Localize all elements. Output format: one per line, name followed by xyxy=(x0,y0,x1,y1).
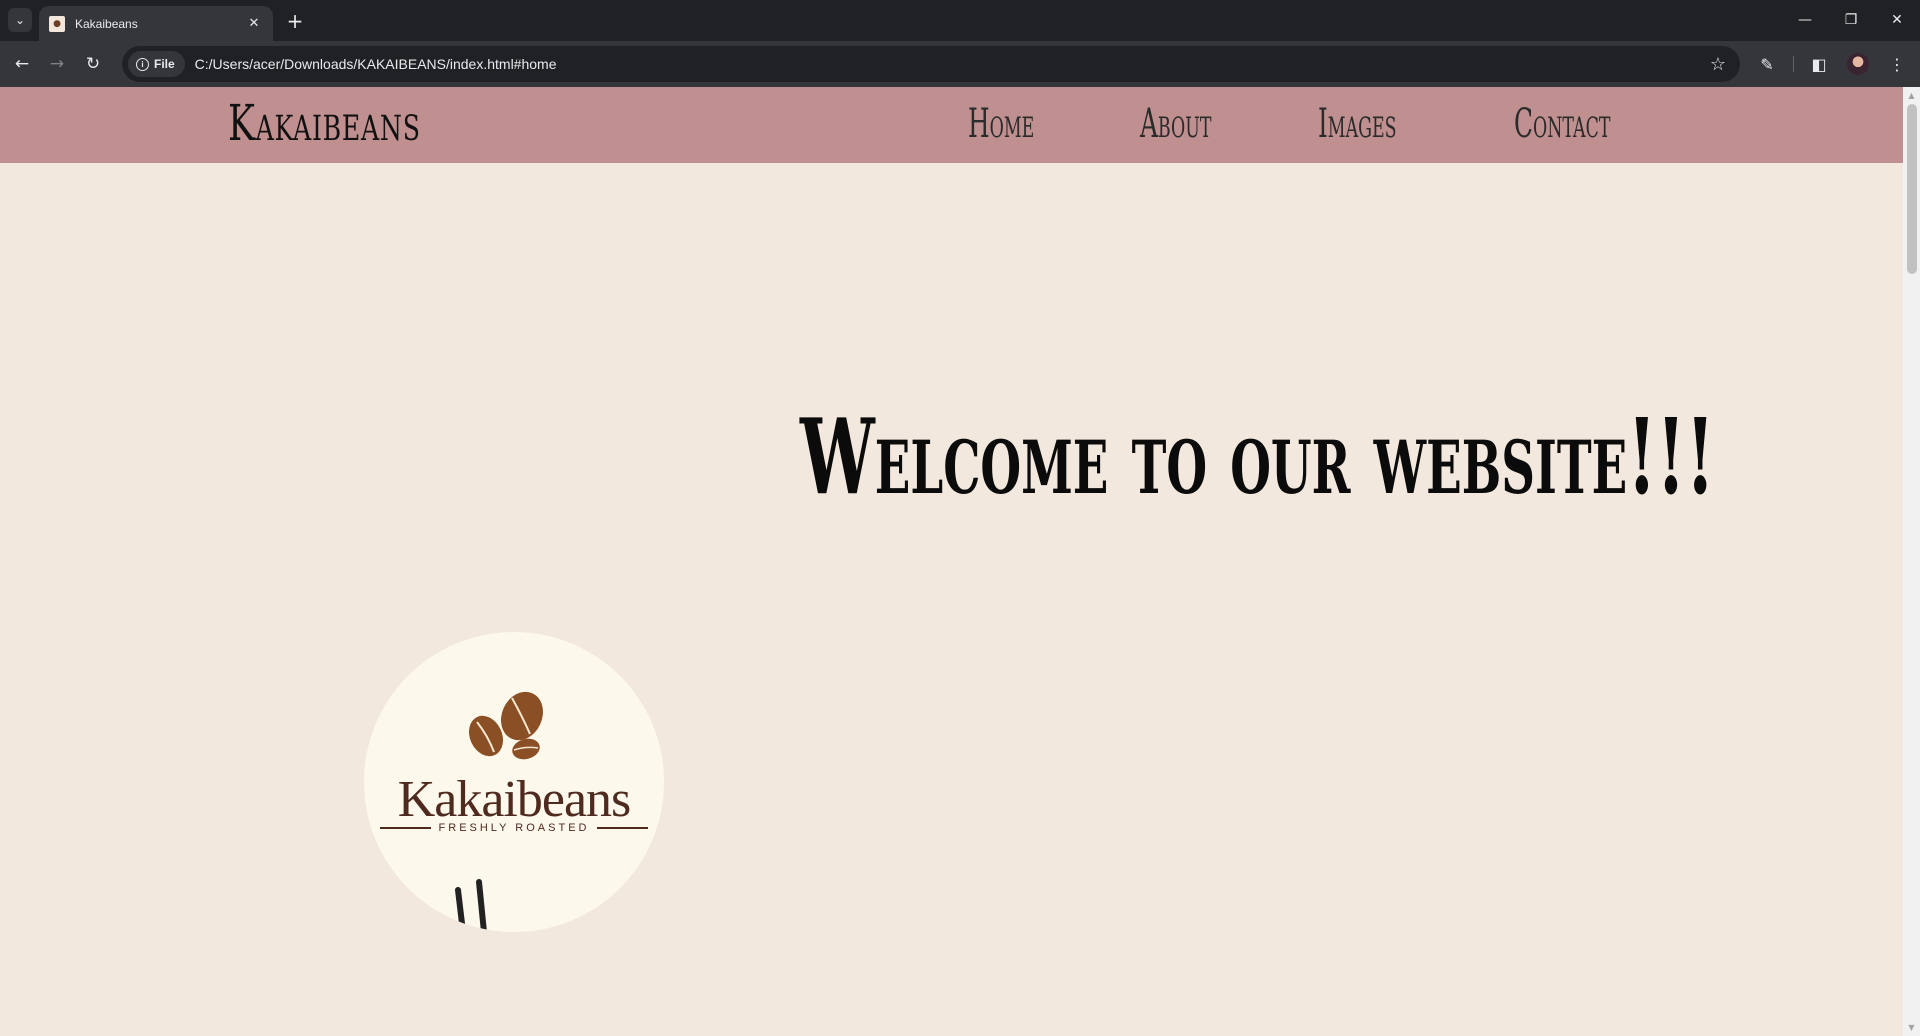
address-bar[interactable]: i File C:/Users/acer/Downloads/KAKAIBEAN… xyxy=(122,46,1740,82)
forward-icon[interactable]: → xyxy=(44,51,70,77)
logo-line-left xyxy=(380,827,431,829)
close-window-icon[interactable]: ✕ xyxy=(1874,0,1920,40)
logo-line-right xyxy=(597,827,649,829)
back-icon[interactable]: ← xyxy=(9,51,35,77)
page-scrollbar[interactable]: ▲ ▼ xyxy=(1903,87,1920,1036)
menu-icon[interactable]: ⋮ xyxy=(1886,53,1908,75)
star-icon[interactable]: ☆ xyxy=(1710,54,1726,75)
info-icon: i xyxy=(136,57,149,71)
scroll-down-icon[interactable]: ▼ xyxy=(1903,1019,1920,1036)
reload-icon[interactable]: ↻ xyxy=(80,51,106,77)
tab-title: Kakaibeans xyxy=(75,16,138,31)
logo-tagline-row: FRESHLY ROASTED xyxy=(380,822,649,834)
page-viewport: Kakaibeans Home About Images Contact Wel… xyxy=(0,87,1920,1036)
url-text[interactable]: C:/Users/acer/Downloads/KAKAIBEANS/index… xyxy=(195,56,1710,72)
side-panel-icon[interactable]: ◧ xyxy=(1808,53,1830,75)
nav-link-home[interactable]: Home xyxy=(968,99,1034,149)
browser-toolbar: ← → ↻ i File C:/Users/acer/Downloads/KAK… xyxy=(0,41,1920,87)
restore-icon[interactable]: ❐ xyxy=(1828,0,1874,40)
profile-avatar[interactable] xyxy=(1847,53,1869,75)
minimize-icon[interactable]: — xyxy=(1782,0,1828,40)
site-info-chip[interactable]: i File xyxy=(128,51,185,77)
nav-link-contact[interactable]: Contact xyxy=(1514,99,1610,149)
scroll-thumb[interactable] xyxy=(1907,104,1917,274)
tab-strip: ⌄ ● Kakaibeans ✕ + — ❐ ✕ xyxy=(0,0,1920,41)
nav-link-images[interactable]: Images xyxy=(1318,99,1397,149)
tab-search-icon[interactable]: ⌄ xyxy=(8,8,32,32)
toolbar-divider xyxy=(1793,56,1794,72)
scroll-up-icon[interactable]: ▲ xyxy=(1903,87,1920,104)
site-brand[interactable]: Kakaibeans xyxy=(228,93,421,153)
plus-icon[interactable]: + xyxy=(282,8,308,34)
site-header: Kakaibeans Home About Images Contact xyxy=(0,87,1903,163)
window-controls: — ❐ ✕ xyxy=(1782,0,1920,40)
close-icon[interactable]: ✕ xyxy=(245,16,263,31)
site-chip-label: File xyxy=(154,57,175,71)
nav-link-about[interactable]: About xyxy=(1140,99,1211,149)
logo-image: Kakaibeans FRESHLY ROASTED xyxy=(364,632,664,932)
browser-tab[interactable]: ● Kakaibeans ✕ xyxy=(39,6,273,41)
extensions-icon[interactable]: ✎ xyxy=(1756,53,1778,75)
favicon-icon: ● xyxy=(49,15,65,32)
hero-title: Welcome to our website!!! xyxy=(800,395,1715,518)
logo-name: Kakaibeans xyxy=(397,771,632,828)
logo-tagline: FRESHLY ROASTED xyxy=(438,822,590,834)
